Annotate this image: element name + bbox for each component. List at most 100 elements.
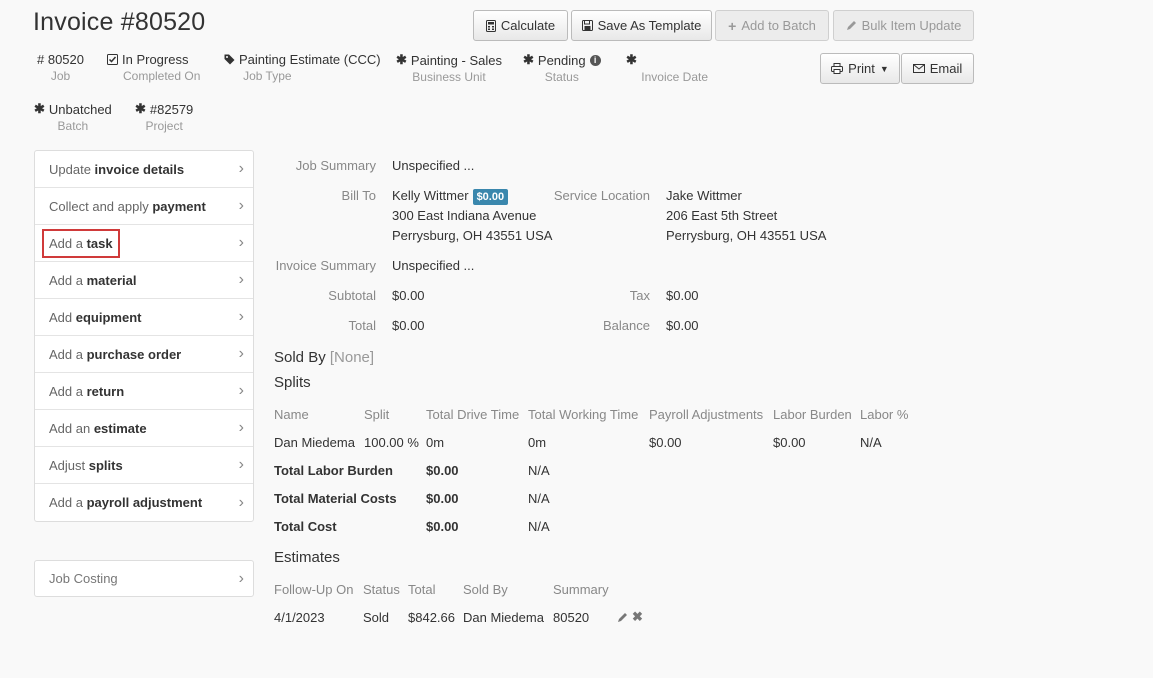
job-type-value: Painting Estimate (CCC) xyxy=(239,52,381,67)
sidebar-item-collect-payment[interactable]: Collect and apply payment › xyxy=(35,188,253,225)
estimate-actions: ✖ xyxy=(617,609,643,625)
invoice-summary-value[interactable]: Unspecified ... xyxy=(392,258,474,273)
business-unit-label: Business Unit xyxy=(412,70,486,84)
completed-label: Completed On xyxy=(123,69,201,83)
job-summary-label: Job Summary xyxy=(295,158,376,173)
batch-value: Unbatched xyxy=(48,101,112,117)
splits-col-burden: Labor Burden xyxy=(773,407,852,422)
split-name: Dan Miedema xyxy=(274,435,355,450)
estimates-col-status: Status xyxy=(363,582,400,597)
estimates-col-followup: Follow-Up On xyxy=(274,582,354,597)
chevron-right-icon: › xyxy=(238,493,244,511)
job-summary-value[interactable]: Unspecified ... xyxy=(392,158,474,173)
split-labor-pct: N/A xyxy=(860,435,882,450)
sidebar-item-label: purchase order xyxy=(86,346,182,362)
chevron-right-icon: › xyxy=(238,345,244,362)
balance-value: $0.00 xyxy=(666,318,699,333)
sidebar-item-add-estimate[interactable]: Add an estimate › xyxy=(35,410,253,447)
print-label: Print xyxy=(848,61,875,76)
sidebar-item-label: estimate xyxy=(93,420,147,436)
total-material-costs-label: Total Material Costs xyxy=(274,491,397,506)
caret-down-icon: ▼ xyxy=(879,63,889,74)
service-name[interactable]: Jake Wittmer xyxy=(666,188,742,203)
asterisk-icon: ✱ xyxy=(396,52,407,67)
edit-pencil-icon[interactable] xyxy=(617,612,628,623)
meta-batch: ✱ Unbatched Batch xyxy=(34,101,112,133)
meta-status: ✱ Pending i Status xyxy=(523,52,601,84)
chevron-right-icon: › xyxy=(238,382,244,399)
chevron-right-icon: › xyxy=(238,160,244,177)
envelope-icon xyxy=(912,64,925,73)
asterisk-icon: ✱ xyxy=(135,101,146,116)
estimate-total: $842.66 xyxy=(408,610,455,625)
status-value: Pending xyxy=(537,52,586,68)
chevron-right-icon: › xyxy=(238,308,244,325)
meta-business-unit: ✱ Painting - Sales Business Unit xyxy=(396,52,502,84)
sidebar-item-add-equipment[interactable]: Add equipment › xyxy=(35,299,253,336)
bulk-item-update-button[interactable]: Bulk Item Update xyxy=(833,10,974,41)
service-location-label: Service Location xyxy=(553,188,650,203)
sidebar-item-add-task[interactable]: Add a task › xyxy=(35,225,253,262)
splits-col-drive: Total Drive Time xyxy=(426,407,520,422)
business-unit-value: Painting - Sales xyxy=(410,52,502,68)
sidebar-item-label: invoice details xyxy=(94,161,185,177)
total-label: Total xyxy=(348,318,376,333)
sidebar-item-add-material[interactable]: Add a material › xyxy=(35,262,253,299)
add-batch-label: Add to Batch xyxy=(741,18,816,33)
total-value: $0.00 xyxy=(392,318,425,333)
balance-badge: $0.00 xyxy=(472,189,509,205)
actions-sidebar: Update invoice details › Collect and appl… xyxy=(34,150,254,522)
tax-label: Tax xyxy=(629,288,650,303)
print-button[interactable]: Print ▼ xyxy=(820,53,900,84)
sidebar-item-prefix: Collect and apply xyxy=(49,198,153,214)
split-working: 0m xyxy=(528,435,547,450)
service-city: Perrysburg, OH 43551 USA xyxy=(666,228,827,243)
bill-to-street: 300 East Indiana Avenue xyxy=(392,208,537,223)
sidebar-item-prefix: Add a xyxy=(49,235,87,251)
sidebar-item-adjust-splits[interactable]: Adjust splits › xyxy=(35,447,253,484)
sidebar-item-add-return[interactable]: Add a return › xyxy=(35,373,253,410)
chevron-right-icon: › xyxy=(238,197,244,214)
sidebar-item-update-invoice-details[interactable]: Update invoice details › xyxy=(35,151,253,188)
service-street: 206 East 5th Street xyxy=(666,208,778,223)
bill-to-city: Perrysburg, OH 43551 USA xyxy=(392,228,553,243)
bulk-update-label: Bulk Item Update xyxy=(861,18,962,33)
sidebar-item-prefix: Add a xyxy=(49,383,87,399)
job-value: # 80520 xyxy=(37,52,84,67)
split-burden: $0.00 xyxy=(773,435,806,450)
split-drive: 0m xyxy=(426,435,445,450)
job-label: Job xyxy=(50,69,71,83)
estimate-status: Sold xyxy=(363,610,390,625)
calculate-button[interactable]: Calculate xyxy=(473,10,568,41)
info-icon[interactable]: i xyxy=(589,54,601,66)
printer-icon xyxy=(831,63,844,74)
split-payroll: $0.00 xyxy=(649,435,682,450)
sold-by-heading: Sold By [None] xyxy=(274,349,374,366)
chevron-right-icon: › xyxy=(238,569,244,587)
sidebar-item-label: task xyxy=(86,235,113,251)
subtotal-value: $0.00 xyxy=(392,288,425,303)
project-label: Project xyxy=(145,119,183,133)
bill-to-label: Bill To xyxy=(341,188,376,203)
total-cost-pct: N/A xyxy=(528,519,550,534)
bill-to-customer[interactable]: Kelly Wittmer xyxy=(392,188,469,203)
email-button[interactable]: Email xyxy=(901,53,974,84)
sidebar-item-prefix: Adjust xyxy=(49,457,89,473)
estimates-col-soldby: Sold By xyxy=(463,582,508,597)
invoice-date-label: Invoice Date xyxy=(641,70,708,84)
bill-to-name: Kelly Wittmer $0.00 xyxy=(392,188,509,205)
splits-col-payroll: Payroll Adjustments xyxy=(649,407,764,422)
page-title: Invoice #80520 xyxy=(33,8,206,36)
add-to-batch-button[interactable]: + Add to Batch xyxy=(715,10,829,41)
total-labor-burden-label: Total Labor Burden xyxy=(274,463,393,478)
sidebar-item-add-payroll-adjustment[interactable]: Add a payroll adjustment › xyxy=(35,484,253,521)
delete-x-icon[interactable]: ✖ xyxy=(632,609,643,625)
save-as-template-button[interactable]: Save As Template xyxy=(571,10,712,41)
email-label: Email xyxy=(929,61,963,76)
estimates-col-summary: Summary xyxy=(553,582,609,597)
estimates-col-total: Total xyxy=(408,582,436,597)
sidebar-item-add-purchase-order[interactable]: Add a purchase order › xyxy=(35,336,253,373)
job-costing-button[interactable]: Job Costing › xyxy=(34,560,254,597)
meta-job-type: Painting Estimate (CCC) Job Type xyxy=(224,52,381,83)
sold-by-value[interactable]: [None] xyxy=(330,349,374,366)
